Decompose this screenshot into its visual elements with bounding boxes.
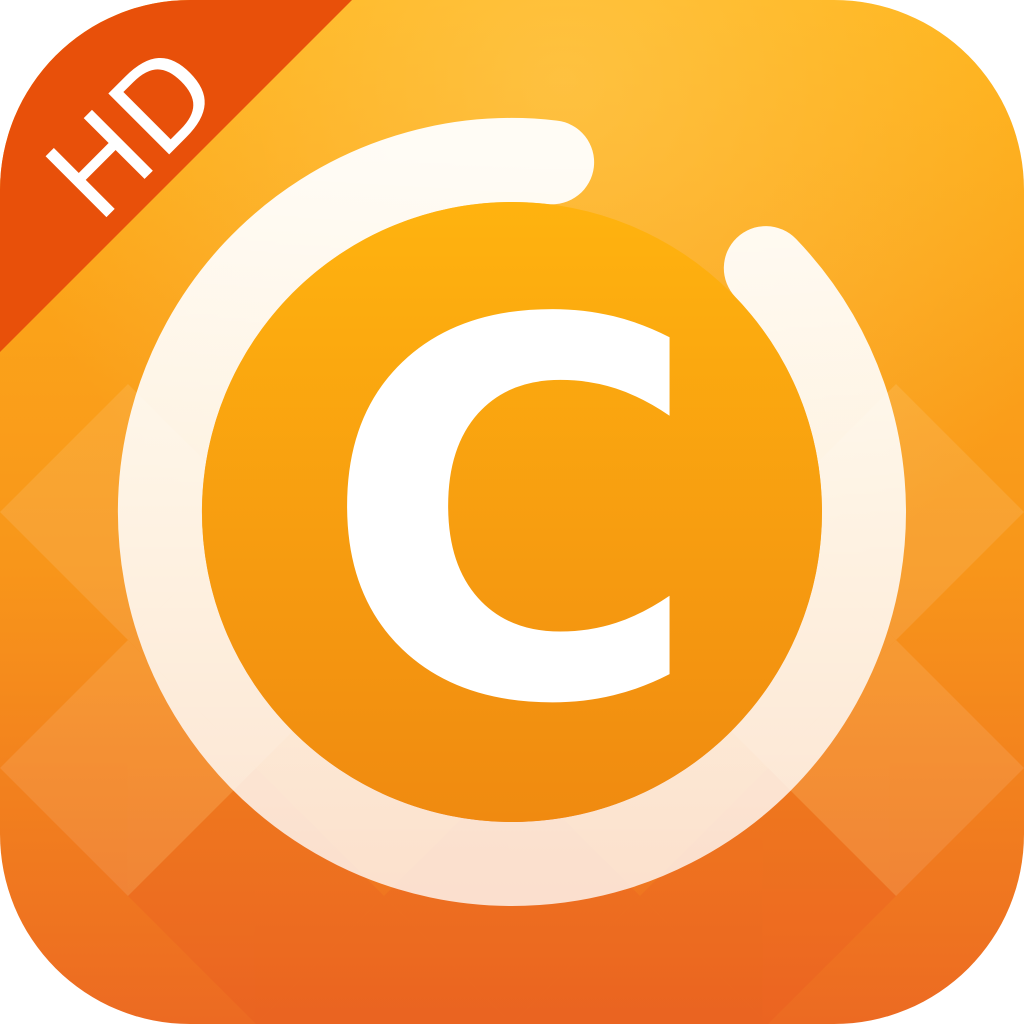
logo-letter-c: C bbox=[321, 212, 703, 818]
app-icon[interactable]: HD C bbox=[0, 0, 1024, 1024]
app-icon-graphic: HD C bbox=[0, 0, 1024, 1024]
